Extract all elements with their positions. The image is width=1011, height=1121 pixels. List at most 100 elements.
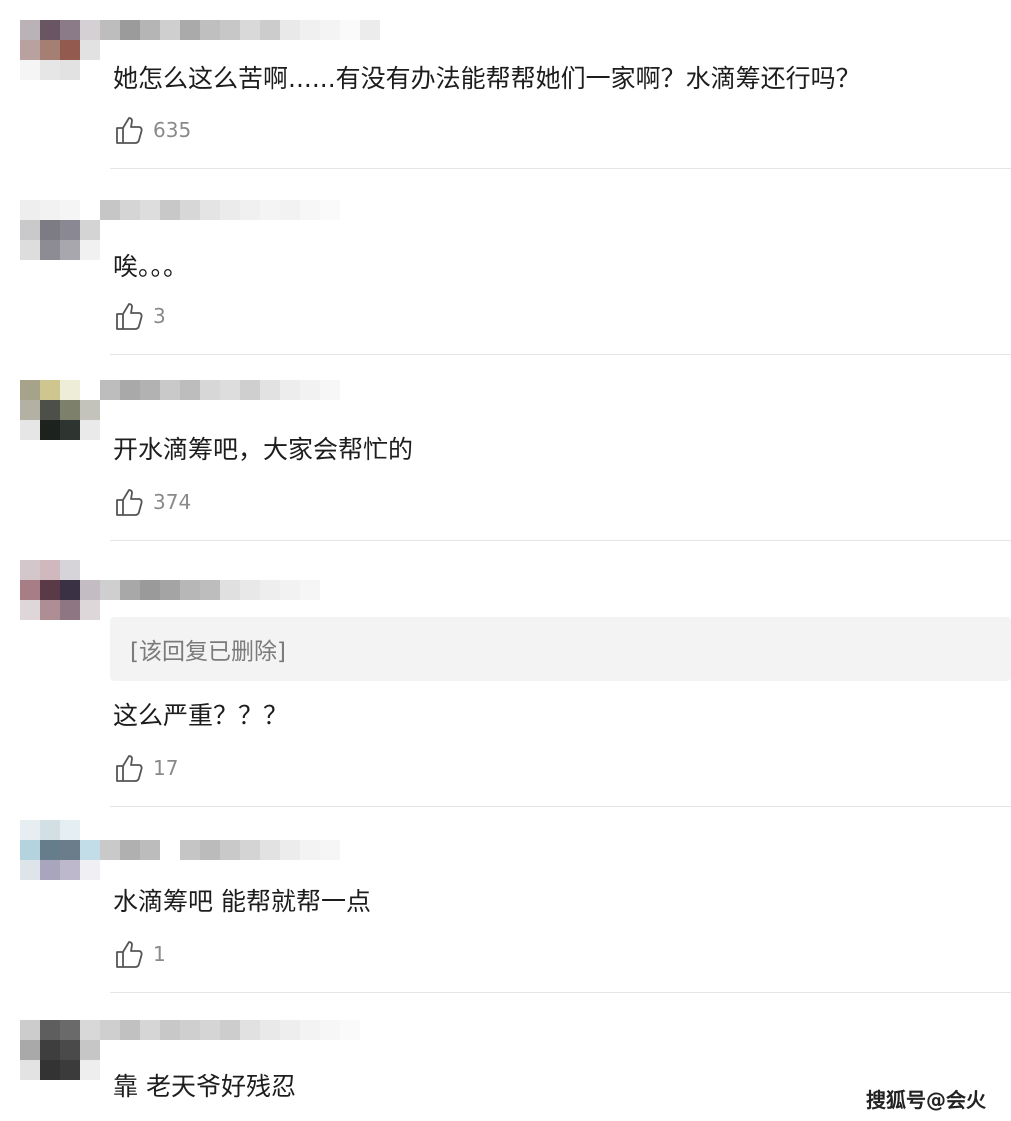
username-pixel [200, 20, 220, 40]
username-pixel [140, 380, 160, 400]
divider [110, 992, 1011, 993]
username-pixel [300, 840, 320, 860]
avatar-pixel [80, 40, 100, 60]
like-count: 1 [153, 942, 166, 966]
watermark: 搜狐号@会火 [866, 1088, 986, 1112]
avatar-pixel [40, 400, 60, 420]
avatar-pixel [60, 60, 80, 80]
username-pixel [240, 380, 260, 400]
username-blurred[interactable] [100, 20, 380, 40]
avatar-pixel [20, 820, 40, 840]
like-button[interactable]: 1 [113, 938, 166, 970]
username-blurred[interactable] [100, 380, 340, 400]
like-button[interactable]: 635 [113, 114, 191, 146]
avatar-pixel [60, 860, 80, 880]
username-pixel [160, 580, 180, 600]
like-button[interactable]: 17 [113, 752, 178, 784]
comment-text: 开水滴筹吧，大家会帮忙的 [113, 435, 414, 464]
username-pixel [320, 380, 340, 400]
username-pixel [260, 200, 280, 220]
avatar-pixel [60, 1020, 80, 1040]
username-pixel [220, 1020, 240, 1040]
username-pixel [360, 20, 380, 40]
avatar-pixel [20, 380, 40, 400]
like-count: 17 [153, 756, 179, 780]
avatar-pixel [60, 820, 80, 840]
username-pixel [120, 840, 140, 860]
avatar-pixel [80, 20, 100, 40]
username-pixel [100, 200, 120, 220]
username-blurred[interactable] [100, 580, 320, 600]
avatar-pixel [80, 860, 100, 880]
username-pixel [260, 20, 280, 40]
username-blurred[interactable] [100, 840, 340, 860]
avatar[interactable] [20, 380, 100, 440]
username-pixel [200, 840, 220, 860]
like-count: 635 [153, 118, 192, 142]
username-pixel [220, 20, 240, 40]
username-pixel [120, 380, 140, 400]
avatar-pixel [60, 20, 80, 40]
username-pixel [320, 1020, 340, 1040]
avatar-pixel [20, 1040, 40, 1060]
like-button[interactable]: 3 [113, 300, 166, 332]
divider [110, 806, 1011, 807]
username-pixel [160, 20, 180, 40]
avatar-pixel [20, 420, 40, 440]
username-pixel [240, 580, 260, 600]
avatar-pixel [20, 200, 40, 220]
divider [110, 354, 1011, 355]
username-pixel [260, 1020, 280, 1040]
username-pixel [280, 380, 300, 400]
avatar-pixel [40, 420, 60, 440]
thumbs-up-icon [116, 489, 143, 516]
username-pixel [300, 580, 320, 600]
avatar-pixel [80, 420, 100, 440]
avatar-pixel [20, 580, 40, 600]
avatar[interactable] [20, 20, 100, 80]
avatar[interactable] [20, 1020, 100, 1080]
username-blurred[interactable] [100, 200, 340, 220]
avatar-pixel [20, 60, 40, 80]
username-pixel [180, 200, 200, 220]
thumbs-up-icon [116, 117, 143, 144]
avatar-pixel [60, 840, 80, 860]
username-pixel [240, 20, 260, 40]
avatar-pixel [40, 200, 60, 220]
username-pixel [220, 580, 240, 600]
avatar[interactable] [20, 820, 100, 880]
avatar-pixel [80, 840, 100, 860]
username-pixel [140, 580, 160, 600]
username-pixel [300, 380, 320, 400]
comment-text: 靠 老天爷好残忍 [113, 1072, 296, 1101]
divider [110, 540, 1011, 541]
avatar[interactable] [20, 560, 100, 620]
username-pixel [100, 840, 120, 860]
avatar-pixel [80, 200, 100, 220]
deleted-reply-text: [该回复已删除] [130, 639, 286, 665]
avatar-pixel [20, 40, 40, 60]
username-pixel [160, 380, 180, 400]
avatar-pixel [60, 40, 80, 60]
avatar-pixel [40, 60, 60, 80]
username-pixel [160, 840, 180, 860]
username-pixel [220, 840, 240, 860]
username-pixel [200, 1020, 220, 1040]
avatar-pixel [40, 1060, 60, 1080]
like-button[interactable]: 374 [113, 486, 191, 518]
username-pixel [240, 200, 260, 220]
username-pixel [260, 580, 280, 600]
avatar-pixel [40, 240, 60, 260]
avatar-pixel [20, 840, 40, 860]
username-pixel [300, 20, 320, 40]
username-pixel [100, 1020, 120, 1040]
username-pixel [100, 580, 120, 600]
username-pixel [260, 840, 280, 860]
username-pixel [320, 20, 340, 40]
username-pixel [340, 20, 360, 40]
username-pixel [160, 1020, 180, 1040]
avatar[interactable] [20, 200, 100, 260]
username-blurred[interactable] [100, 1020, 360, 1040]
avatar-pixel [80, 580, 100, 600]
deleted-reply-quote: [该回复已删除] [110, 617, 1011, 681]
